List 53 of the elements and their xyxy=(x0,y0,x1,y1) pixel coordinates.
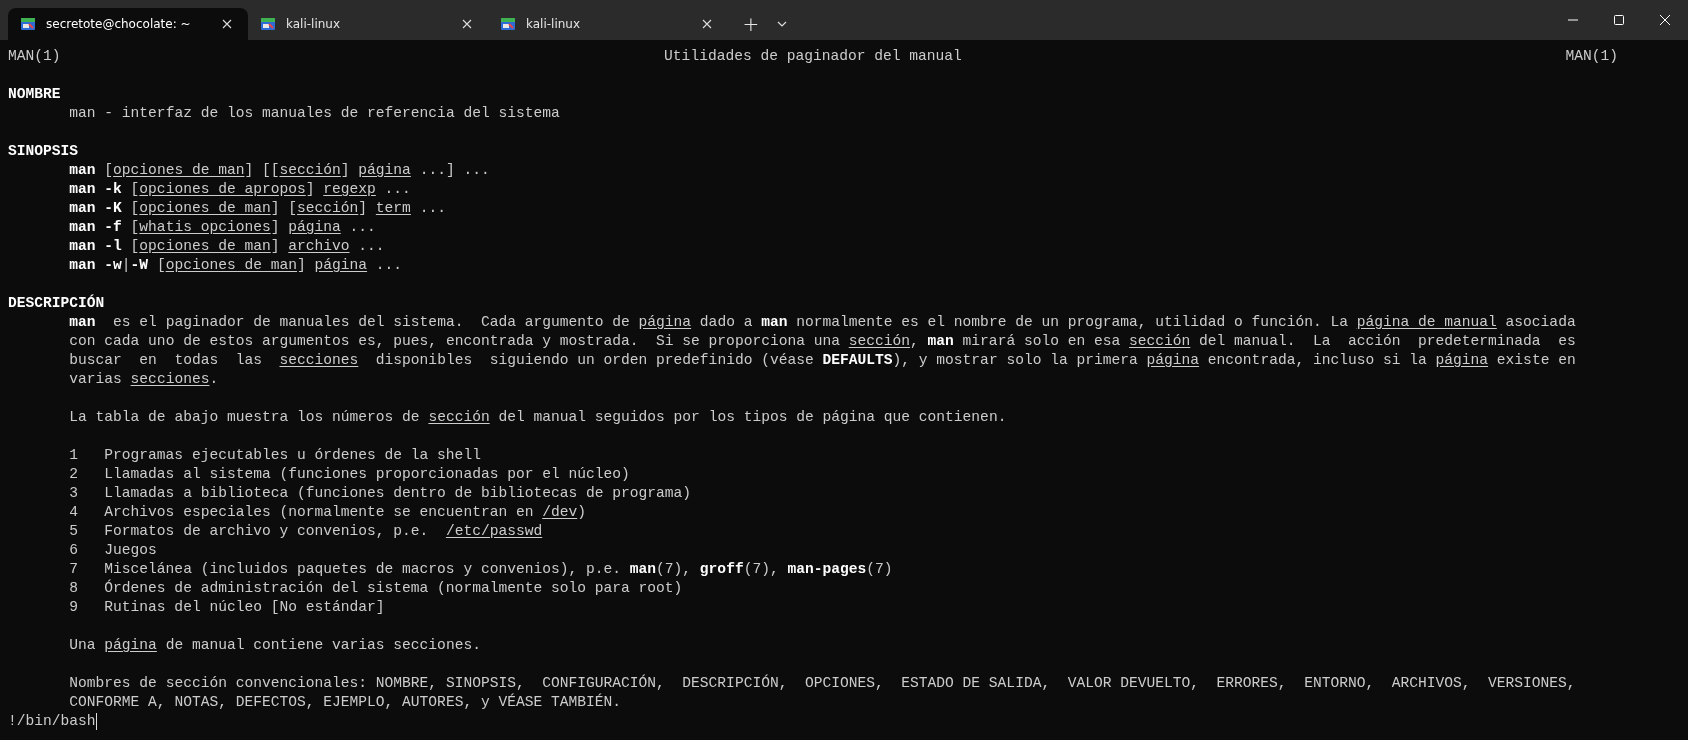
chevron-down-icon xyxy=(777,21,787,27)
synopsis-line: man -K [opciones de man] [sección] term ... xyxy=(69,199,447,218)
section-description: Juegos xyxy=(104,541,157,560)
section-description: Órdenes de administración del sistema (normalmente solo para root) xyxy=(104,579,683,598)
section-number: 9 xyxy=(69,598,80,617)
section-description: Programas ejecutables u órdenes de la shell xyxy=(104,446,481,465)
tab-title: kali-linux xyxy=(286,17,342,31)
terminal-app-icon xyxy=(20,16,36,32)
paragraph-text: La tabla de abajo muestra los números de sección del manual seguidos por los tipos de página que contienen. xyxy=(69,408,1008,427)
section-description: Formatos de archivo y convenios, p.e. /etc/passwd xyxy=(104,522,543,541)
synopsis-line: man -l [opciones de man] archivo ... xyxy=(69,237,386,256)
maximize-icon xyxy=(1613,14,1625,26)
section-number: 3 xyxy=(69,484,80,503)
close-icon xyxy=(462,19,472,29)
section-heading: SINOPSIS xyxy=(8,142,80,161)
man-header-text: MAN(1) xyxy=(8,47,61,66)
section-description: Rutinas del núcleo [No estándar] xyxy=(104,598,385,617)
synopsis-line: man -k [opciones de apropos] regexp ... xyxy=(69,180,412,199)
section-number: 5 xyxy=(69,522,80,541)
section-description: Miscelánea (incluidos paquetes de macros y convenios), p.e. man(7), groff(7), man-pages(7) xyxy=(104,560,893,579)
close-icon xyxy=(1659,14,1671,26)
man-title: Utilidades de paginador del manual xyxy=(664,47,962,66)
section-heading: DESCRIPCIÓN xyxy=(8,294,106,313)
paragraph-text: Nombres de sección convencionales: NOMBRE, SINOPSIS, CONFIGURACIÓN, DESCRIPCIÓN, OPCIONES, ESTADO DE SALIDA, VALOR DEVUELTO, ERRORES, ENTORNO, ARCHIVOS, VERSIONES, CONFORME A, NOTAS, DEFECTOS, EJEMPLO, AUTORES, y VÉASE TAMBIÉN. xyxy=(69,674,1577,712)
paragraph-text: Una página de manual contiene varias secciones. xyxy=(69,636,482,655)
section-number: 6 xyxy=(69,541,80,560)
section-heading: NOMBRE xyxy=(8,85,62,104)
section-description: Llamadas a biblioteca (funciones dentro de bibliotecas de programa) xyxy=(104,484,692,503)
terminal-tab[interactable]: secretote@chocolate: ~ xyxy=(8,8,248,40)
terminal-tab[interactable]: kali-linux xyxy=(248,8,488,40)
section-number: 1 xyxy=(69,446,80,465)
tab-title: secretote@chocolate: ~ xyxy=(46,17,192,31)
terminal-app-icon xyxy=(500,16,516,32)
close-icon xyxy=(702,19,712,29)
tab-title: kali-linux xyxy=(526,17,582,31)
synopsis-line: man [opciones de man] [[sección] página ...] ... xyxy=(69,161,491,180)
terminal-app-icon xyxy=(260,16,276,32)
man-header-text: MAN(1) xyxy=(1565,47,1618,66)
paragraph-text: man - interfaz de los manuales de referencia del sistema xyxy=(69,104,561,123)
section-number: 4 xyxy=(69,503,80,522)
section-number: 2 xyxy=(69,465,80,484)
synopsis-line: man -f [whatis opciones] página ... xyxy=(69,218,377,237)
close-icon xyxy=(222,19,232,29)
prompt-text: !/bin/bash xyxy=(8,712,96,731)
section-description: Llamadas al sistema (funciones proporcionadas por el núcleo) xyxy=(104,465,630,484)
paragraph-text: man es el paginador de manuales del sistema. Cada argumento de página dado a man normalmente es el nombre de un programa, utilidad o función. La página de manual asociada con cada uno de estos argumentos es, pues, encontrada y mostrada. Si se proporciona una sección, man mirará solo en esa sección del manual. La acción predeterminada es buscar en todas las secciones disponibles siguiendo un orden predefinido (véase DEFAULTS), y mostrar solo la primera página encontrada, incluso si la página existe en varias secciones. xyxy=(69,313,1577,389)
section-number: 8 xyxy=(69,579,80,598)
text-cursor xyxy=(95,713,97,730)
synopsis-line: man -w|-W [opciones de man] página ... xyxy=(69,256,404,275)
section-description: Archivos especiales (normalmente se encuentran en /dev) xyxy=(104,503,586,522)
terminal-tab[interactable]: kali-linux xyxy=(488,8,728,40)
new-tab-button[interactable]: + xyxy=(734,8,768,40)
section-number: 7 xyxy=(69,560,80,579)
